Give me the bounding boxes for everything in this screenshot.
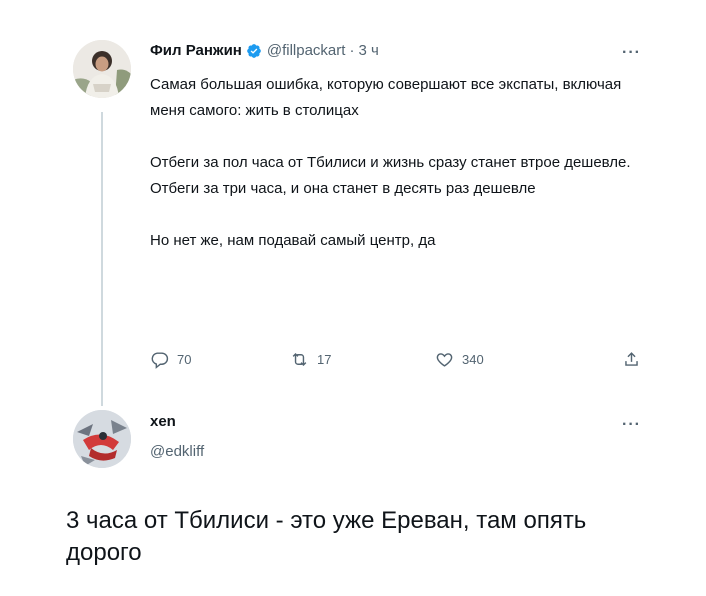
thread-connector-line [101, 112, 103, 406]
reply-author-avatar[interactable] [73, 410, 131, 468]
author-avatar[interactable] [73, 40, 131, 98]
tweet-header: Фил Ранжин @fillpackart · 3 ч [150, 42, 379, 59]
retweet-count: 17 [317, 352, 332, 367]
reply-button[interactable]: 70 [150, 350, 191, 369]
tweet-paragraph: Отбеги за пол часа от Тбилиси и жизнь ср… [150, 154, 631, 197]
like-count: 340 [462, 352, 484, 367]
share-button[interactable] [622, 350, 641, 369]
author-name[interactable]: Фил Ранжин [150, 42, 242, 59]
share-icon [625, 352, 638, 366]
reply-body: 3 часа от Тбилиси - это уже Ереван, там … [66, 507, 587, 566]
tweet-more-icon[interactable]: ··· [622, 44, 641, 62]
retweet-icon [292, 352, 307, 367]
like-button[interactable]: 340 [435, 350, 484, 369]
tweet-body: Самая большая ошибка, которую совершают … [150, 72, 640, 254]
reply-more-icon[interactable]: ··· [622, 416, 641, 434]
tweet-time[interactable]: 3 ч [358, 42, 378, 59]
reply-count: 70 [177, 352, 192, 367]
reply-author-name[interactable]: xen [150, 413, 176, 430]
like-icon [436, 353, 453, 367]
reply-icon [151, 352, 169, 369]
tweet-paragraph: Но нет же, нам подавай самый центр, да [150, 232, 436, 249]
meta-separator: · [349, 42, 355, 59]
tweet-actions-bar: 70 17 340 [150, 350, 645, 374]
tweet-paragraph: Самая большая ошибка, которую совершают … [150, 76, 622, 119]
verified-badge-icon [247, 43, 261, 58]
reply-author-handle[interactable]: @edkliff [150, 443, 204, 460]
retweet-button[interactable]: 17 [290, 350, 331, 369]
author-handle[interactable]: @fillpackart [267, 42, 346, 59]
